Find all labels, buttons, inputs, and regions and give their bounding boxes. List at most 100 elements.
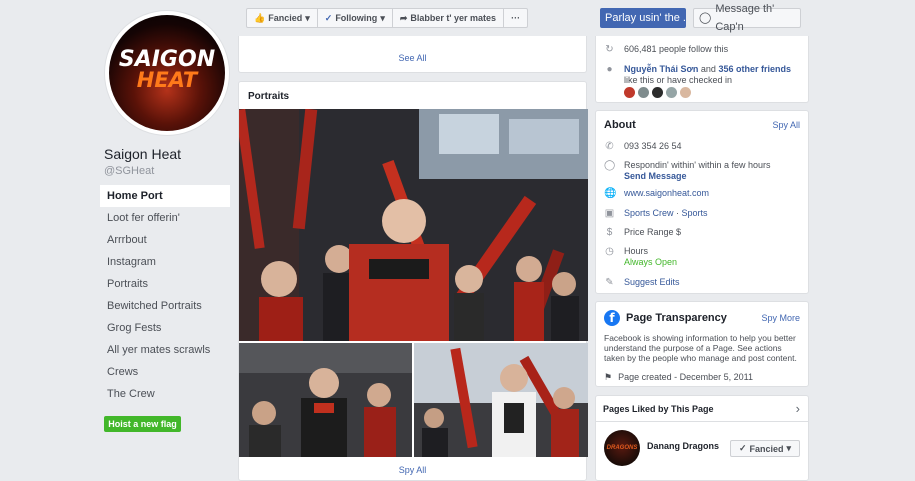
danang-dragons-logo[interactable]: DRAGONS (604, 430, 640, 466)
send-message-link[interactable]: Send Message (624, 171, 687, 181)
avatar[interactable] (652, 87, 663, 98)
liked-page-name[interactable]: Danang Dragons (647, 441, 719, 451)
caret-down-icon: ▾ (380, 13, 385, 23)
fans-photo-art (239, 109, 588, 341)
contact-cta-button[interactable]: Parlay usin' the ... (600, 8, 686, 28)
avatar[interactable] (624, 87, 635, 98)
caret-down-icon: ▾ (305, 13, 310, 23)
transparency-title: Page Transparency (626, 312, 727, 324)
create-page-button[interactable]: Hoist a new flag (104, 416, 181, 432)
transparency-description: Facebook is showing information to help … (604, 333, 797, 363)
nav-item-instagram[interactable]: Instagram (100, 251, 230, 273)
like-button-label: Fancied (268, 13, 303, 23)
nav-item-offers[interactable]: Loot fer offerin' (100, 207, 230, 229)
suggest-row: ✎ Suggest Edits (604, 277, 800, 288)
see-all-link[interactable]: See All (239, 53, 586, 63)
avatar[interactable] (666, 87, 677, 98)
friends-row: ● Nguyễn Thái Sơn and 356 other friends … (604, 64, 800, 86)
category-separator: · (676, 208, 680, 218)
page-name[interactable]: Saigon Heat (104, 146, 181, 162)
friend-avatars (624, 87, 691, 98)
pages-liked-header[interactable]: Pages Liked by This Page › (596, 396, 808, 422)
photos-section: Portraits Spy All (238, 81, 588, 481)
page-transparency-card: f Page Transparency Spy More Facebook is… (595, 301, 809, 387)
nav-item-posts[interactable]: All yer mates scrawls (100, 339, 230, 361)
category-link-2[interactable]: Sports (682, 208, 708, 218)
suggest-edits-link[interactable]: Suggest Edits (624, 277, 680, 288)
photo-fans-cheering[interactable] (239, 109, 588, 341)
share-button-label: Blabber t' yer mates (410, 13, 497, 23)
response-row: ◯ Respondin' within' within a few hours … (604, 160, 800, 182)
page-created-row: ⚑ Page created - December 5, 2011 (604, 372, 753, 383)
thumbs-up-icon: 👍 (254, 13, 266, 23)
photos-section-title[interactable]: Portraits (248, 91, 289, 102)
page-nav: Home Port Loot fer offerin' Arrrbout Ins… (100, 185, 230, 405)
more-button[interactable]: ··· (504, 9, 527, 27)
photo-fans-shouting[interactable] (239, 343, 412, 457)
website-row: 🌐 www.saigonheat.com (604, 188, 800, 199)
messenger-icon: ◯ (699, 12, 712, 24)
saigon-heat-logo: SAIGON HEAT (109, 15, 225, 131)
message-button[interactable]: ◯ Message th' Cap'n (693, 3, 801, 33)
followers-text: 606,481 people follow this (624, 44, 729, 54)
category-row: ▣ Sports Crew · Sports (604, 208, 800, 219)
nav-item-home[interactable]: Home Port (100, 185, 230, 207)
community-card: ↻ 606,481 people follow this ● Nguyễn Th… (595, 36, 809, 103)
page-avatar[interactable]: SAIGON HEAT (105, 11, 229, 135)
nav-item-groups[interactable]: Crews (100, 361, 230, 383)
fans-photo-art-2 (239, 343, 412, 457)
flag-icon: ⚑ (604, 372, 613, 382)
response-time: Respondin' within' within a few hours (624, 160, 771, 170)
spy-all-link[interactable]: Spy All (239, 465, 586, 475)
phone-number[interactable]: 093 354 26 54 (624, 141, 682, 152)
friends-and: and (700, 64, 716, 74)
rss-icon: ✓ (324, 13, 333, 23)
photo-fan-cheering[interactable] (414, 343, 588, 457)
friends-tail: like this or have checked in (624, 75, 733, 85)
phone-icon: ✆ (605, 141, 614, 152)
hours-label: Hours (624, 246, 649, 256)
nav-item-videos[interactable]: Bewitched Portraits (100, 295, 230, 317)
friends-icon: ● (606, 64, 613, 75)
facebook-icon: f (604, 310, 620, 326)
follow-button[interactable]: ✓ Following ▾ (318, 9, 393, 27)
chevron-right-icon[interactable]: › (796, 401, 800, 416)
dollar-icon: $ (606, 227, 613, 238)
messenger-icon: ◯ (604, 160, 616, 171)
share-button[interactable]: ➦ Blabber t' yer mates (393, 9, 505, 27)
category-link-1[interactable]: Sports Crew (624, 208, 674, 218)
friend-link[interactable]: Nguyễn Thái Sơn (624, 64, 698, 74)
nav-item-about[interactable]: Arrrbout (100, 229, 230, 251)
like-button[interactable]: 👍 Fancied ▾ (247, 9, 318, 27)
nav-item-events[interactable]: Grog Fests (100, 317, 230, 339)
price-range: Price Range $ (624, 227, 682, 237)
share-arrow-icon: ➦ (399, 13, 408, 23)
price-row: $ Price Range $ (604, 227, 800, 238)
previous-section-footer: See All (238, 36, 587, 73)
hours-block: Hours Always Open (624, 246, 677, 268)
page-handle[interactable]: @SGHeat (104, 165, 154, 177)
about-card: About Spy All ✆ 093 354 26 54 ◯ Respondi… (595, 110, 809, 294)
liked-page-like-button[interactable]: ✓ Fancied ▾ (730, 440, 800, 457)
other-friends-link[interactable]: 356 other friends (718, 64, 791, 74)
message-button-label: Message th' Cap'n (715, 3, 775, 33)
hours-status: Always Open (624, 257, 678, 267)
response-text-block: Respondin' within' within a few hours Se… (624, 160, 771, 182)
globe-icon: 🌐 (604, 188, 617, 199)
avatar[interactable] (638, 87, 649, 98)
about-spy-all-link[interactable]: Spy All (772, 120, 800, 130)
website-link[interactable]: www.saigonheat.com (624, 188, 709, 199)
dragons-logo-text: DRAGONS (606, 445, 638, 451)
page-action-bar: 👍 Fancied ▾ ✓ Following ▾ ➦ Blabber t' y… (246, 8, 529, 28)
friends-text: Nguyễn Thái Sơn and 356 other friends li… (624, 64, 800, 86)
about-title[interactable]: About (604, 119, 636, 131)
nav-item-photos[interactable]: Portraits (100, 273, 230, 295)
spy-more-link[interactable]: Spy More (761, 313, 800, 323)
avatar[interactable] (680, 87, 691, 98)
caret-down-icon: ▾ (786, 443, 792, 453)
pages-liked-card: Pages Liked by This Page › DRAGONS Danan… (595, 395, 809, 481)
nav-item-community[interactable]: The Crew (100, 383, 230, 405)
hours-row: ◷ Hours Always Open (604, 246, 800, 268)
page-created-text: Page created - December 5, 2011 (618, 372, 753, 382)
liked-page-like-label: Fancied (749, 443, 784, 454)
